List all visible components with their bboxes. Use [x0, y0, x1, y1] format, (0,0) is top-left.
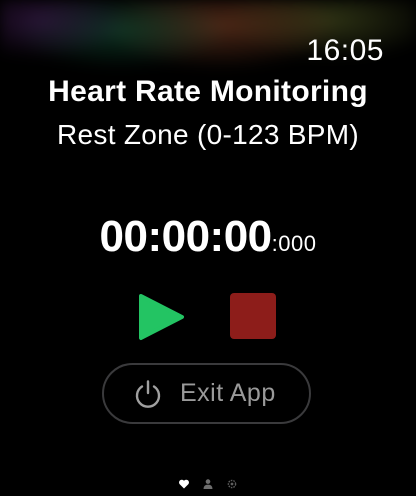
- timer-main: 00:00:00: [99, 212, 273, 261]
- person-icon[interactable]: [202, 478, 214, 490]
- stopwatch-display: 00:00:00:000: [0, 212, 416, 262]
- play-icon: [139, 294, 184, 340]
- play-button[interactable]: [137, 293, 185, 341]
- heart-icon[interactable]: [178, 478, 190, 490]
- page-indicator: [0, 478, 416, 490]
- stop-button[interactable]: [230, 293, 276, 339]
- status-time: 16:05: [306, 34, 384, 67]
- timer-milliseconds: :000: [271, 231, 317, 256]
- exit-app-button[interactable]: Exit App: [102, 363, 311, 424]
- power-icon: [135, 379, 161, 408]
- exit-app-label: Exit App: [180, 379, 276, 407]
- page-title: Heart Rate Monitoring: [48, 75, 368, 108]
- zone-label: Rest Zone (0-123 BPM): [57, 119, 359, 150]
- gear-icon[interactable]: [226, 478, 238, 490]
